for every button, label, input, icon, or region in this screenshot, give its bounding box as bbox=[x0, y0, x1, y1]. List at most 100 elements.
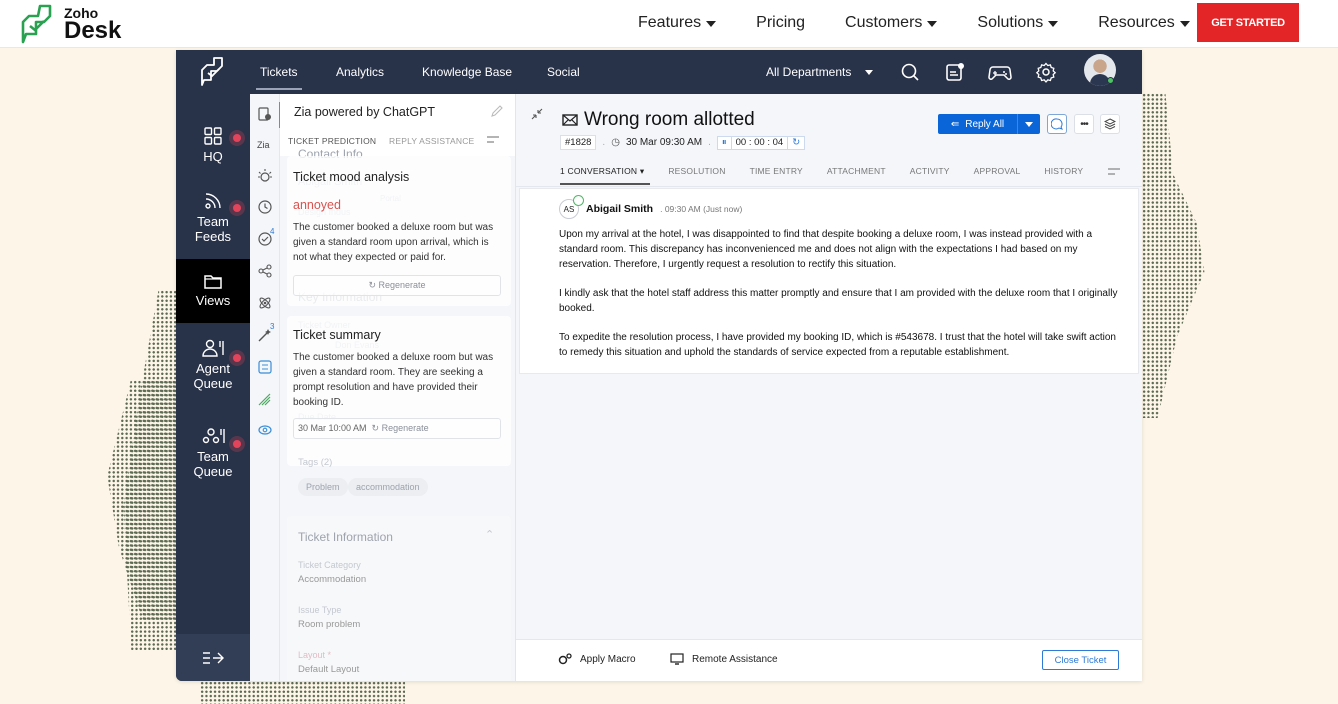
tab-knowledge-base[interactable]: Knowledge Base bbox=[422, 50, 512, 94]
regenerate-label: Regenerate bbox=[381, 423, 429, 433]
pause-icon[interactable]: ⏸ bbox=[718, 136, 732, 149]
layers-icon bbox=[1104, 118, 1116, 130]
zia-icon[interactable]: Zia bbox=[257, 136, 273, 152]
grid-icon bbox=[204, 127, 222, 145]
leftnav-item-team-queue[interactable]: Team Queue bbox=[176, 426, 250, 479]
more-options-button[interactable]: ••• bbox=[1074, 114, 1094, 134]
nav-solutions[interactable]: Solutions bbox=[977, 14, 1059, 32]
site-navbar: Zoho Desk Features Pricing Customers Sol… bbox=[0, 0, 1338, 48]
magic-badge: 3 bbox=[270, 322, 275, 331]
reply-all-main[interactable]: ⇚ Reply All bbox=[938, 114, 1018, 134]
logo-text-desk: Desk bbox=[64, 17, 122, 44]
collapse-arrows-icon[interactable] bbox=[531, 108, 543, 120]
game-controller-icon[interactable] bbox=[988, 61, 1012, 83]
reset-icon[interactable]: ↻ bbox=[788, 136, 804, 149]
share-icon[interactable] bbox=[257, 263, 273, 279]
leftnav-label-team: Team bbox=[197, 214, 229, 229]
caret-down-icon bbox=[1048, 21, 1059, 27]
zoho-desk-logo[interactable]: Zoho Desk bbox=[20, 2, 121, 46]
field-value: Default Layout bbox=[298, 664, 360, 675]
reply-all-icon: ⇚ bbox=[950, 118, 960, 130]
nav-customers[interactable]: Customers bbox=[845, 14, 938, 32]
field-value: Room problem bbox=[298, 619, 361, 630]
tab-activity[interactable]: ACTIVITY bbox=[910, 166, 950, 184]
tab-social[interactable]: Social bbox=[547, 50, 580, 94]
desk-app-logo-icon[interactable] bbox=[200, 55, 228, 87]
due-date-value: 30 Mar 10:00 AM bbox=[298, 423, 367, 433]
search-icon[interactable] bbox=[899, 61, 921, 83]
atom-icon[interactable] bbox=[257, 295, 273, 311]
comment-icon bbox=[1051, 118, 1063, 130]
sign-icon[interactable] bbox=[257, 391, 273, 407]
ticket-properties-icon[interactable] bbox=[257, 106, 273, 122]
history-icon[interactable] bbox=[257, 199, 273, 215]
ticket-summary-text: The customer booked a deluxe room but wa… bbox=[293, 352, 494, 408]
comment-button[interactable] bbox=[1047, 114, 1067, 134]
reply-all-dropdown[interactable] bbox=[1018, 121, 1040, 127]
email-icon bbox=[562, 114, 578, 126]
tag-chip[interactable]: accommodation bbox=[348, 478, 428, 496]
folder-icon bbox=[204, 275, 222, 289]
zia-tab-reply-assistance[interactable]: REPLY ASSISTANCE bbox=[389, 136, 474, 146]
apply-macro-label: Apply Macro bbox=[580, 653, 636, 665]
leftnav-item-views[interactable]: Views bbox=[176, 259, 250, 323]
tab-conversation[interactable]: 1 CONVERSATION ▾ bbox=[560, 166, 651, 185]
leftnav-label-agent: Agent bbox=[196, 361, 230, 376]
nav-resources[interactable]: Resources bbox=[1098, 14, 1190, 32]
reply-all-button[interactable]: ⇚ Reply All bbox=[938, 114, 1040, 134]
collapse-sidebar-button[interactable] bbox=[176, 634, 250, 681]
edit-icon[interactable] bbox=[490, 104, 504, 118]
zia-tab-ticket-prediction[interactable]: TICKET PREDICTION bbox=[288, 136, 376, 146]
halftone-decoration-right bbox=[1142, 93, 1205, 418]
close-ticket-button[interactable]: Close Ticket bbox=[1042, 650, 1119, 670]
filter-lines-icon[interactable] bbox=[486, 135, 500, 145]
tab-history[interactable]: HISTORY bbox=[1044, 166, 1083, 184]
tab-time-entry[interactable]: TIME ENTRY bbox=[750, 166, 803, 184]
layers-button[interactable] bbox=[1100, 114, 1120, 134]
expand-arrow-icon bbox=[203, 651, 224, 664]
tab-label: 1 CONVERSATION bbox=[560, 166, 638, 176]
nav-pricing[interactable]: Pricing bbox=[756, 14, 805, 32]
leftnav-label-queue: Queue bbox=[193, 464, 233, 479]
tab-analytics[interactable]: Analytics bbox=[336, 50, 384, 94]
desk-app-window: Tickets Analytics Knowledge Base Social … bbox=[176, 50, 1142, 681]
link-integration-icon[interactable] bbox=[257, 422, 273, 438]
monitor-icon bbox=[670, 653, 684, 665]
leftnav-item-team-feeds[interactable]: Team Feeds bbox=[176, 191, 250, 244]
nav-customers-label: Customers bbox=[845, 14, 923, 31]
ticket-tools-rail: Zia 4 3 bbox=[250, 94, 281, 681]
online-status-indicator bbox=[1107, 77, 1114, 84]
remote-assistance-button[interactable]: Remote Assistance bbox=[670, 653, 778, 665]
notes-icon[interactable] bbox=[944, 61, 966, 83]
tab-resolution[interactable]: RESOLUTION bbox=[668, 166, 725, 184]
regenerate-label: Regenerate bbox=[378, 280, 426, 290]
caret-down-icon bbox=[1179, 21, 1190, 27]
filter-lines-icon[interactable] bbox=[1107, 167, 1121, 177]
nav-features-label: Features bbox=[638, 14, 702, 31]
blueprint-icon[interactable] bbox=[257, 359, 273, 375]
nav-features[interactable]: Features bbox=[638, 14, 717, 32]
svg-text:Zia: Zia bbox=[257, 140, 270, 150]
tab-tickets[interactable]: Tickets bbox=[256, 50, 302, 94]
tag-chip[interactable]: Problem bbox=[298, 478, 348, 496]
tab-approval[interactable]: APPROVAL bbox=[974, 166, 1021, 184]
leftnav-label-views: Views bbox=[195, 293, 231, 308]
bulb-icon[interactable] bbox=[257, 168, 273, 184]
nav-solutions-label: Solutions bbox=[977, 14, 1044, 31]
caret-down-icon bbox=[927, 21, 938, 27]
regenerate-summary-button[interactable]: 30 Mar 10:00 AM ↻ Regenerate bbox=[293, 418, 501, 439]
sender-name[interactable]: Abigail Smith bbox=[586, 203, 653, 215]
department-selector[interactable]: All Departments bbox=[766, 50, 874, 94]
apply-macro-button[interactable]: Apply Macro bbox=[558, 653, 636, 665]
gear-icon[interactable] bbox=[1035, 61, 1057, 83]
regenerate-mood-button[interactable]: ↻ Regenerate bbox=[293, 275, 501, 296]
agent-queue-icon bbox=[202, 339, 224, 357]
notification-dot bbox=[229, 200, 245, 216]
chevron-up-icon[interactable]: ⌃ bbox=[485, 528, 494, 541]
tab-attachment[interactable]: ATTACHMENT bbox=[827, 166, 886, 184]
ticket-subject-text: Wrong room allotted bbox=[584, 109, 755, 130]
app-header: Tickets Analytics Knowledge Base Social … bbox=[176, 50, 1142, 94]
get-started-button[interactable]: GET STARTED bbox=[1197, 3, 1299, 42]
site-nav-links: Features Pricing Customers Solutions Res… bbox=[638, 0, 1230, 46]
tabs-divider bbox=[516, 186, 1142, 187]
